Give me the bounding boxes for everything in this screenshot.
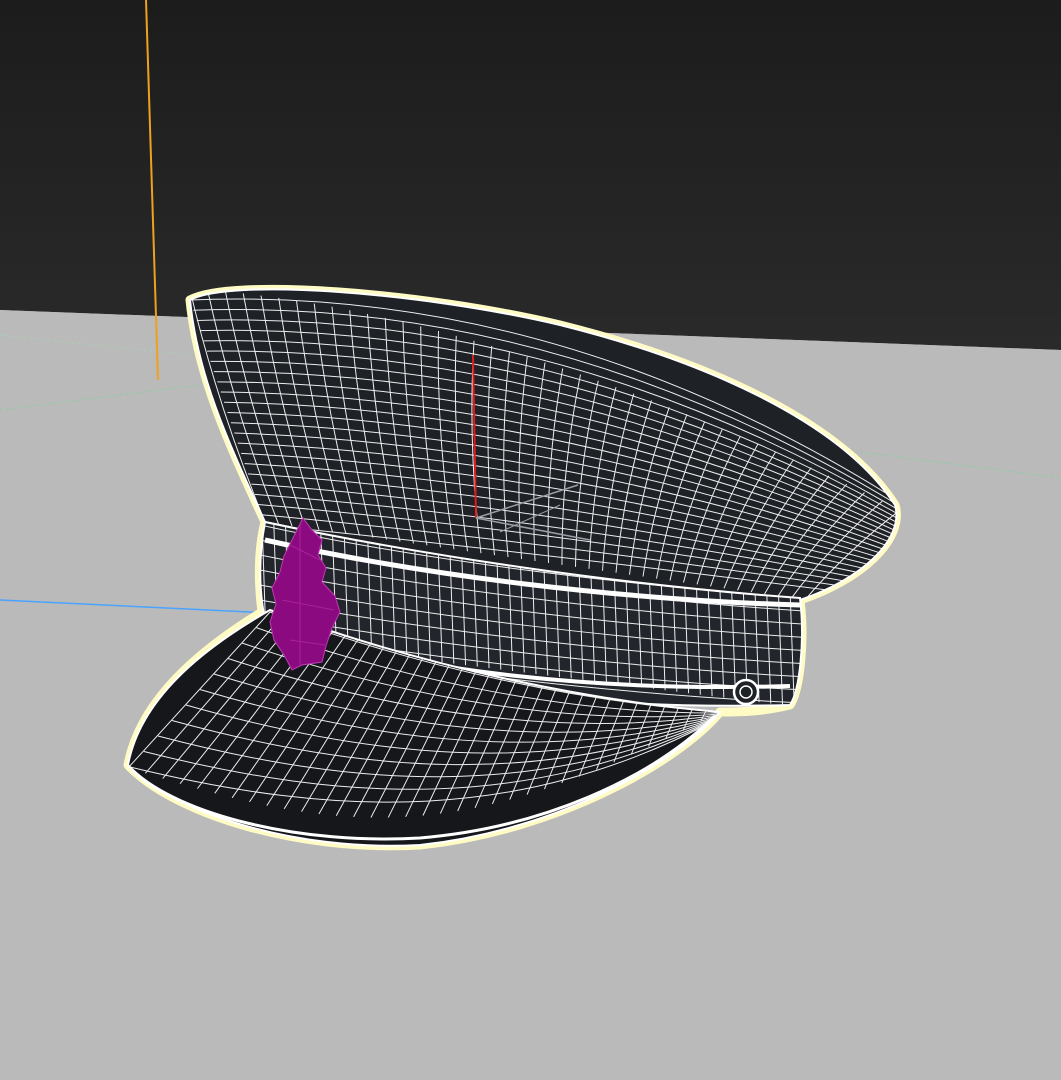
viewport-background — [0, 0, 1061, 350]
viewport-scene[interactable] — [0, 0, 1061, 1080]
3d-viewport[interactable] — [0, 0, 1061, 1080]
button-rivet-icon[interactable] — [732, 678, 760, 706]
